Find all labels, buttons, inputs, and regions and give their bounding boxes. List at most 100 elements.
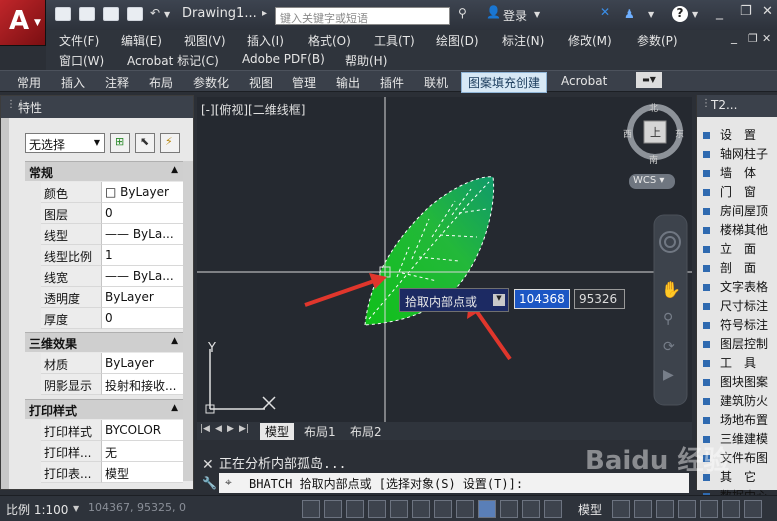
prop-row-layer[interactable]: 图层 0 [41, 203, 183, 224]
tab-home[interactable]: 常用 [17, 74, 41, 91]
chevron-right-icon[interactable]: ▸ [262, 8, 267, 19]
tab-manage[interactable]: 管理 [292, 74, 316, 91]
tab-annotate[interactable]: 注释 [105, 74, 129, 91]
menu-format[interactable]: 格式(O) [308, 32, 351, 49]
prop-value[interactable]: 模型 [101, 462, 183, 483]
prop-row-material[interactable]: 材质 ByLayer [41, 353, 183, 374]
prop-value[interactable]: —— ByLa... [101, 266, 183, 287]
prop-row-plotstyle-table[interactable]: 打印样... 无 [41, 441, 183, 462]
selection-dropdown[interactable]: 无选择 ▼ [25, 133, 105, 153]
properties-scrollbar[interactable] [183, 161, 193, 481]
lock-icon[interactable] [700, 500, 718, 518]
tab-layout1[interactable]: 布局1 [299, 423, 341, 440]
tp-item-elevation[interactable]: 立 面 [703, 240, 756, 257]
tab-insert[interactable]: 插入 [61, 74, 85, 91]
menu-draw[interactable]: 绘图(D) [436, 32, 479, 49]
3d-osnap-icon[interactable] [434, 500, 452, 518]
prop-row-lineweight[interactable]: 线宽 —— ByLa... [41, 266, 183, 287]
tp-item-site[interactable]: 场地布置 [703, 411, 768, 428]
properties-side-strip[interactable] [1, 118, 9, 489]
snap-icon[interactable] [324, 500, 342, 518]
login-link[interactable]: 登录 [503, 7, 527, 24]
tab-hatch-creation[interactable]: 图案填充创建 [461, 72, 548, 93]
prop-value[interactable]: ByLayer [101, 287, 183, 308]
select-objects-button[interactable]: ⬉ [135, 133, 155, 153]
tp-item-block-pattern[interactable]: 图块图案 [703, 373, 768, 390]
menu-file[interactable]: 文件(F) [59, 32, 99, 49]
tp-item-dimension[interactable]: 尺寸标注 [703, 297, 768, 314]
tp-item-fire[interactable]: 建筑防火 [703, 392, 768, 409]
new-file-icon[interactable] [55, 7, 71, 21]
quick-select-button[interactable]: ⚡ [160, 133, 180, 153]
section-general[interactable]: 常规 ▲ [25, 161, 183, 181]
menu-minimize-icon[interactable]: _ [731, 30, 737, 44]
tab-acrobat[interactable]: Acrobat [561, 74, 607, 88]
prop-value[interactable]: BYCOLOR [101, 420, 183, 441]
tab-plugins[interactable]: 插件 [380, 74, 404, 91]
open-folder-icon[interactable] [79, 7, 95, 21]
annotation-visibility-icon[interactable] [656, 500, 674, 518]
help-dropdown-icon[interactable]: ▼ [692, 10, 698, 19]
ortho-icon[interactable] [368, 500, 386, 518]
menu-window[interactable]: 窗口(W) [59, 52, 104, 69]
orbit-icon[interactable]: ⟳ [663, 339, 675, 355]
lineweight-icon[interactable] [522, 500, 540, 518]
close-command-icon[interactable]: ✕ [202, 457, 214, 473]
menu-help[interactable]: 帮助(H) [345, 52, 387, 69]
tp-item-tools[interactable]: 工 具 [703, 354, 756, 371]
app-menu-button[interactable]: A ▼ [0, 0, 46, 46]
tp-item-room-roof[interactable]: 房间屋顶 [703, 202, 768, 219]
tp-item-section[interactable]: 剖 面 [703, 259, 756, 276]
tp-item-symbol[interactable]: 符号标注 [703, 316, 768, 333]
showmotion-icon[interactable]: ▶ [663, 367, 674, 383]
menu-parametric[interactable]: 参数(P) [637, 32, 678, 49]
quick-view-layouts-icon[interactable] [612, 500, 630, 518]
toggle-pickadd-button[interactable]: ⊞ [110, 133, 130, 153]
login-dropdown-icon[interactable]: ▼ [534, 10, 540, 19]
model-space-toggle[interactable]: 模型 [578, 501, 602, 518]
prop-row-ltscale[interactable]: 线型比例 1 [41, 245, 183, 266]
community-icon[interactable]: ♟ [624, 7, 635, 21]
tp-item-axis-column[interactable]: 轴网柱子 [703, 145, 768, 162]
menu-restore-icon[interactable]: ❐ [748, 32, 758, 45]
prop-row-linetype[interactable]: 线型 —— ByLa... [41, 224, 183, 245]
menu-modify[interactable]: 修改(M) [568, 32, 612, 49]
prop-value[interactable]: ByLayer [101, 353, 183, 374]
menu-tools[interactable]: 工具(T) [374, 32, 415, 49]
infer-constraints-icon[interactable] [302, 500, 320, 518]
menu-insert[interactable]: 插入(I) [247, 32, 284, 49]
tp-item-door-window[interactable]: 门 窗 [703, 183, 756, 200]
tp-item-stairs[interactable]: 楼梯其他 [703, 221, 768, 238]
prop-value[interactable]: 无 [101, 441, 183, 462]
first-tab-icon[interactable]: |◀ [200, 424, 210, 434]
drawing-canvas[interactable] [197, 97, 692, 422]
prop-value[interactable]: 0 [101, 203, 183, 224]
ribbon-toggle-icon[interactable]: ▬▼ [636, 72, 662, 88]
next-tab-icon[interactable]: ▶ [227, 424, 234, 434]
options-down-icon[interactable]: ▼ [493, 294, 505, 306]
search-input[interactable]: 键入关键字或短语 [275, 7, 450, 25]
prop-value[interactable]: 1 [101, 245, 183, 266]
restore-icon[interactable]: ❐ [740, 4, 752, 19]
menu-close-icon[interactable]: ✕ [762, 32, 771, 45]
tp-item-layer-control[interactable]: 图层控制 [703, 335, 768, 352]
last-tab-icon[interactable]: ▶| [239, 424, 249, 434]
section-3d-effects[interactable]: 三维效果 ▲ [25, 332, 183, 352]
dynamic-input-x-field[interactable]: 104368 [514, 289, 570, 309]
tp-item-settings[interactable]: 设 置 [703, 126, 756, 143]
prev-tab-icon[interactable]: ◀ [215, 424, 222, 434]
section-plot-style[interactable]: 打印样式 ▲ [25, 399, 183, 419]
prop-row-transparency[interactable]: 透明度 ByLayer [41, 287, 183, 308]
tab-layout2[interactable]: 布局2 [345, 423, 387, 440]
isolate-objects-icon[interactable] [722, 500, 740, 518]
zoom-icon[interactable]: ⚲ [663, 311, 673, 327]
clean-screen-icon[interactable] [744, 500, 762, 518]
tp-item-wall[interactable]: 墙 体 [703, 164, 756, 181]
dynamic-input-y-field[interactable]: 95326 [574, 289, 625, 309]
undo-icon[interactable]: ↶ [150, 6, 160, 20]
ducs-icon[interactable] [478, 500, 496, 518]
polar-icon[interactable] [390, 500, 408, 518]
tab-model[interactable]: 模型 [260, 423, 295, 440]
workspace-switch-icon[interactable] [678, 500, 696, 518]
close-icon[interactable]: ✕ [762, 4, 773, 19]
